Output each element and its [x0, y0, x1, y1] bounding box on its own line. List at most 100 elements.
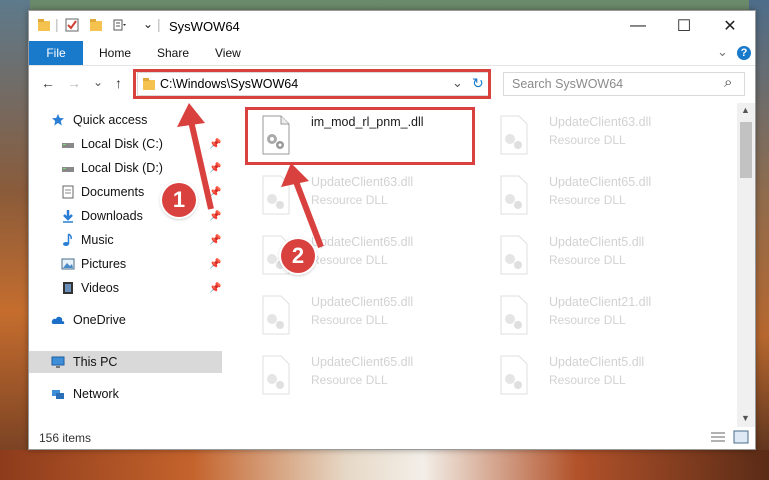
videos-icon [63, 282, 73, 294]
dll-file-icon [500, 115, 528, 155]
music-icon [63, 233, 72, 246]
step-1-badge: 1 [162, 183, 196, 217]
cloud-icon [51, 316, 65, 324]
step-2-badge: 2 [281, 239, 315, 273]
sidebar-item-label: Local Disk (C:) [81, 137, 163, 151]
sidebar-item-label: Quick access [73, 113, 148, 127]
file-item[interactable]: UpdateClient65.dll Resource DLL [247, 351, 477, 401]
sidebar-item-onedrive[interactable]: OneDrive [29, 309, 222, 331]
dll-file-icon [262, 355, 290, 395]
file-name: UpdateClient5.dll [549, 235, 645, 249]
file-item[interactable]: UpdateClient5.dll Resource DLL [485, 231, 715, 281]
file-name: UpdateClient5.dll [549, 355, 645, 369]
sidebar-item-label: Videos [81, 281, 119, 295]
file-name: UpdateClient65.dll [311, 295, 414, 309]
sidebar-item-label: Documents [81, 185, 145, 199]
file-highlight-box [245, 107, 475, 165]
dll-file-icon [500, 175, 528, 215]
forward-button[interactable]: → [67, 75, 81, 91]
dll-file-icon [500, 235, 528, 275]
sidebar-item-network[interactable]: Network [29, 383, 222, 405]
help-icon[interactable]: ? [737, 46, 751, 60]
properties-icon[interactable] [65, 18, 79, 32]
recent-locations-button[interactable]: ⌄ [93, 75, 103, 89]
sidebar-item-label: This PC [73, 355, 118, 369]
window-title: SysWOW64 [169, 19, 240, 34]
sidebar-item-label: Music [81, 233, 114, 247]
computer-icon [51, 356, 65, 368]
file-item[interactable]: UpdateClient65.dll Resource DLL [247, 291, 477, 341]
documents-icon [62, 185, 74, 199]
customize-icon[interactable] [113, 18, 127, 32]
sidebar-item-music[interactable]: Music 📌 [29, 229, 222, 251]
details-view-icon[interactable] [711, 431, 725, 443]
sidebar-item-label: Network [73, 387, 119, 401]
file-item[interactable]: UpdateClient5.dll Resource DLL [485, 351, 715, 401]
network-icon [52, 390, 64, 399]
file-type: Resource DLL [311, 313, 388, 327]
sidebar-item-this-pc[interactable]: This PC [29, 351, 222, 373]
item-count: 156 items [39, 431, 92, 445]
pin-icon[interactable]: 📌 [209, 235, 221, 246]
file-name: UpdateClient65.dll [311, 355, 414, 369]
file-type: Resource DLL [549, 133, 626, 147]
file-explorer-window: | ⌄ | SysWOW64 — ☐ ✕ File Home Share Vie… [28, 10, 756, 450]
status-bar: 156 items [29, 427, 755, 449]
pin-icon[interactable]: 📌 [209, 259, 221, 270]
quick-access-dropdown[interactable]: ⌄ [143, 17, 153, 31]
tab-home[interactable]: Home [99, 46, 131, 60]
file-type: Resource DLL [549, 373, 626, 387]
vertical-scrollbar[interactable]: ▲ ▼ [737, 103, 755, 427]
file-name: UpdateClient21.dll [549, 295, 652, 309]
large-icons-view-icon[interactable] [733, 430, 749, 444]
ribbon-expand-icon[interactable]: ⌄ [717, 44, 728, 60]
up-button[interactable]: ↑ [115, 75, 122, 91]
folder-icon [38, 19, 50, 31]
sidebar-item-label: Local Disk (D:) [81, 161, 163, 175]
file-type: Resource DLL [549, 313, 626, 327]
dll-file-icon [262, 295, 290, 335]
scroll-up-icon[interactable]: ▲ [741, 105, 750, 115]
pin-icon[interactable]: 📌 [209, 283, 221, 294]
search-input[interactable]: Search SysWOW64 ⌕ [503, 72, 745, 96]
back-button[interactable]: ← [41, 75, 55, 91]
toolbar-separator: | [55, 16, 59, 32]
desktop-wallpaper-bottom [0, 450, 769, 480]
drive-icon [62, 167, 74, 172]
downloads-icon [63, 210, 73, 223]
file-type: Resource DLL [549, 253, 626, 267]
close-button[interactable]: ✕ [707, 11, 753, 41]
minimize-button[interactable]: — [615, 11, 661, 41]
star-icon [52, 114, 64, 126]
file-type: Resource DLL [549, 193, 626, 207]
tab-file[interactable]: File [29, 41, 83, 65]
file-type: Resource DLL [311, 373, 388, 387]
dll-file-icon [500, 355, 528, 395]
toolbar-separator: | [157, 16, 161, 32]
drive-icon [62, 143, 74, 148]
scroll-down-icon[interactable]: ▼ [741, 413, 750, 423]
sidebar-item-videos[interactable]: Videos 📌 [29, 277, 222, 299]
title-bar: | ⌄ | SysWOW64 — ☐ ✕ [29, 11, 755, 41]
maximize-button[interactable]: ☐ [661, 11, 707, 41]
tab-share[interactable]: Share [157, 46, 189, 60]
sidebar-item-label: Downloads [81, 209, 143, 223]
address-highlight-box [133, 69, 491, 99]
new-folder-icon[interactable] [89, 18, 103, 32]
ribbon: File Home Share View ⌄ ? [29, 41, 755, 66]
desktop-wallpaper-left [0, 0, 30, 480]
sidebar-item-label: OneDrive [73, 313, 126, 327]
tab-view[interactable]: View [215, 46, 241, 60]
pictures-icon [61, 258, 75, 270]
sidebar-item-pictures[interactable]: Pictures 📌 [29, 253, 222, 275]
file-name: UpdateClient65.dll [549, 175, 652, 189]
search-icon[interactable]: ⌕ [724, 74, 732, 91]
file-item[interactable]: UpdateClient21.dll Resource DLL [485, 291, 715, 341]
sidebar-item-label: Pictures [81, 257, 127, 271]
file-item[interactable]: UpdateClient65.dll Resource DLL [485, 171, 715, 221]
search-placeholder: Search SysWOW64 [512, 77, 624, 91]
file-name: UpdateClient63.dll [549, 115, 652, 129]
dll-file-icon [500, 295, 528, 335]
file-item[interactable]: UpdateClient63.dll Resource DLL [485, 111, 715, 161]
scrollbar-thumb[interactable] [740, 122, 752, 178]
